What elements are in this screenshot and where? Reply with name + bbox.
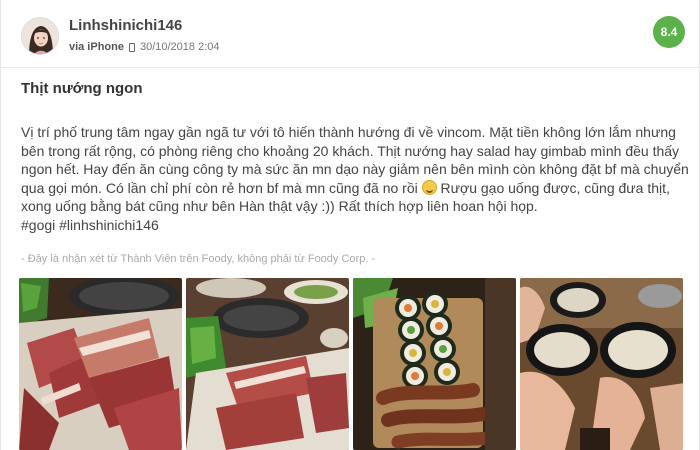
photo-grill-table[interactable]	[186, 278, 349, 450]
photo-kimbap-sausage[interactable]	[353, 278, 516, 450]
review-line: bên trong rất rộng, có phòng riêng cho k…	[21, 142, 680, 159]
device-label: iPhone	[87, 41, 124, 53]
photo-strip	[19, 278, 685, 450]
via-label: via	[69, 41, 85, 53]
review-line: ngon hết. Hay đến ăn cùng công ty mà sức…	[21, 161, 689, 177]
laughing-emoji-icon	[421, 179, 437, 195]
user-avatar[interactable]	[21, 17, 59, 55]
score-badge: 8.4	[653, 16, 685, 48]
review-title[interactable]: Thịt nướng ngon	[21, 80, 143, 97]
review-card: Linhshinichi146 via iPhone 30/10/2018 2:…	[0, 0, 700, 450]
review-header: Linhshinichi146 via iPhone 30/10/2018 2:…	[1, 0, 700, 68]
review-line-part: Rượu gạo uống được, cũng đưa thịt,	[440, 179, 670, 196]
review-line-with-emoji: qua gọi món. Có lần chỉ phí còn rẻ hơn b…	[21, 179, 686, 198]
review-datetime: 30/10/2018 2:04	[139, 41, 220, 53]
review-line-part: qua gọi món. Có lần chỉ phí còn rẻ hơn b…	[21, 179, 418, 196]
review-meta: via iPhone 30/10/2018 2:04	[69, 41, 220, 53]
review-disclaimer: - Đây là nhận xét từ Thành Viên trên Foo…	[21, 253, 376, 265]
review-body: Vị trí phố trung tâm ngay gần ngã tư với…	[21, 123, 689, 235]
photo-raw-meat-platter[interactable]	[19, 278, 182, 450]
phone-icon	[128, 42, 135, 52]
photo-rice-wine-bowls[interactable]	[520, 278, 683, 450]
review-line: Vị trí phố trung tâm ngay gần ngã tư với…	[21, 124, 676, 140]
review-line: xong uống bằng bát cũng như bên Hàn thật…	[21, 198, 538, 214]
review-hashtags[interactable]: #gogi #linhshinichi146	[21, 216, 686, 235]
username[interactable]: Linhshinichi146	[69, 17, 182, 34]
